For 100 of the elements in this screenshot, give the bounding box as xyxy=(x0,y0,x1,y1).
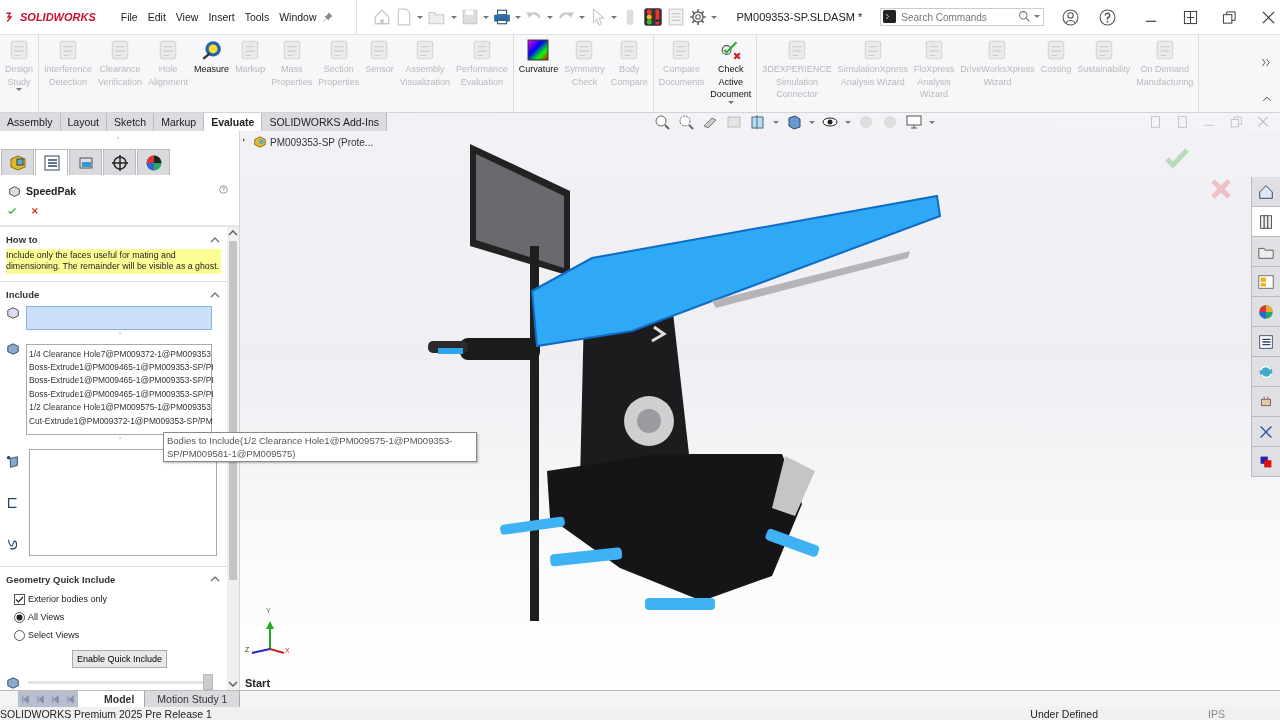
ghost-checkmark-icon[interactable] xyxy=(1165,147,1189,169)
tile-window-icon[interactable] xyxy=(1183,9,1199,25)
search-field[interactable]: Search Commands xyxy=(880,8,1045,26)
monitor-icon[interactable] xyxy=(905,114,924,130)
caret-icon[interactable] xyxy=(450,15,457,19)
close-icon[interactable] xyxy=(1261,9,1277,25)
printer-icon[interactable] xyxy=(492,8,511,26)
caret-icon[interactable] xyxy=(929,120,936,124)
task-pane-tab[interactable] xyxy=(1252,207,1280,237)
task-pane-tab[interactable] xyxy=(1252,177,1280,207)
list-item[interactable]: Boss-Extrude1@PM009465-1@PM009353-SP/PI xyxy=(29,387,214,402)
caret-icon[interactable] xyxy=(1034,15,1041,18)
caret-icon[interactable] xyxy=(710,15,717,19)
option-label: All Views xyxy=(28,612,65,623)
list-item[interactable]: Cut-Extrude1@PM009372-1@PM009353-SP/PM xyxy=(29,414,213,429)
color-sphere-icon xyxy=(1257,302,1275,321)
list-item[interactable]: 1/2 Clearance Hole1@PM009575-1@PM009353 xyxy=(29,401,211,415)
task-pane-tab[interactable] xyxy=(1252,447,1280,477)
menu-item[interactable]: View xyxy=(170,11,204,23)
pin-icon[interactable] xyxy=(321,11,334,23)
user-icon[interactable] xyxy=(1062,8,1080,26)
caret-icon[interactable] xyxy=(514,15,521,19)
help-icon[interactable] xyxy=(1099,8,1117,26)
book-stack-icon xyxy=(1257,212,1275,231)
list-item[interactable]: Boss-Extrude1@PM009465-1@PM009353-SP/PI xyxy=(29,361,214,375)
restore-icon[interactable] xyxy=(1222,9,1238,25)
list-item[interactable]: 1/4 Clearance Hole7@PM009372-1@PM009353 xyxy=(29,347,211,361)
scroll-down-icon[interactable] xyxy=(228,680,238,688)
house-icon xyxy=(1257,182,1275,201)
caret-icon[interactable] xyxy=(578,15,585,19)
gear-icon[interactable] xyxy=(688,8,707,26)
panel-title: SpeedPak xyxy=(26,185,78,197)
menu-item[interactable]: Edit xyxy=(142,11,171,23)
property-list-icon xyxy=(42,153,61,172)
menu-item[interactable]: Insert xyxy=(203,11,240,23)
document-tab[interactable]: Model xyxy=(78,691,146,707)
zoom-to-fit-icon[interactable] xyxy=(653,114,672,130)
menu-item[interactable]: File xyxy=(115,11,143,23)
crosshair-icon xyxy=(110,153,129,172)
hint-message: Include only the faces useful for mating and dimensioning. The remainder will be visible as a ghost. xyxy=(6,248,221,274)
section-title: How to xyxy=(6,234,38,246)
menu-item[interactable]: Window xyxy=(274,11,322,23)
panel-tab[interactable] xyxy=(137,149,170,175)
caret-icon[interactable] xyxy=(727,100,734,104)
caret-icon[interactable] xyxy=(416,15,423,19)
panel-tab[interactable] xyxy=(103,149,136,175)
menu-item[interactable]: Tools xyxy=(239,11,275,23)
hide-show-icon[interactable] xyxy=(821,114,840,130)
collapse-icon[interactable] xyxy=(1262,94,1272,104)
caret-icon[interactable] xyxy=(845,120,852,124)
task-pane-tab[interactable] xyxy=(1252,387,1280,417)
search-icon[interactable] xyxy=(1018,10,1032,23)
command-tab[interactable]: Evaluate xyxy=(204,113,263,131)
terminal-icon xyxy=(883,10,897,23)
radio-button[interactable] xyxy=(14,629,25,641)
gradient-square-icon xyxy=(527,39,550,61)
radio-button[interactable] xyxy=(14,611,25,623)
option-label: Exterior bodies only xyxy=(28,594,108,605)
zoom-area-icon[interactable] xyxy=(677,114,696,130)
body-icon xyxy=(6,341,20,356)
status-text: Under Defined xyxy=(1030,707,1099,720)
enable-quick-include-button[interactable]: Enable Quick Include xyxy=(71,649,168,668)
section-title: Geometry Quick Include xyxy=(6,573,116,585)
caret-icon[interactable] xyxy=(546,15,553,19)
caret-icon[interactable] xyxy=(16,88,22,91)
caret-icon[interactable] xyxy=(773,120,780,124)
app-logo: SOLIDWORKS xyxy=(20,11,96,23)
body-icon xyxy=(6,675,20,690)
tree-item[interactable]: PM009353-SP (Prote... xyxy=(270,136,374,148)
ribbon-command[interactable]: Curvature xyxy=(515,35,562,112)
ribbon-command[interactable]: Check Active Document xyxy=(707,35,755,112)
property-list-icon xyxy=(1257,332,1275,351)
tooltip: Bodies to Include(1/2 Clearance Hole1@PM009575-1@PM009353-SP/PM009581-1@PM009575) xyxy=(163,432,477,462)
task-pane-tab[interactable] xyxy=(1252,417,1280,447)
scroll-up-icon[interactable] xyxy=(228,229,238,237)
section-title: Include xyxy=(6,289,40,301)
chevrons-right-icon[interactable] xyxy=(1261,57,1272,68)
ref-plane-icon xyxy=(6,454,20,469)
task-pane-tab[interactable] xyxy=(1252,327,1280,357)
caret-icon[interactable] xyxy=(482,15,489,19)
traffic-light-icon[interactable] xyxy=(642,7,663,27)
caret-icon[interactable] xyxy=(809,120,816,124)
check-marks-icon xyxy=(719,39,742,61)
tool-icon xyxy=(8,39,30,61)
task-pane-tab[interactable] xyxy=(1252,267,1280,297)
caret-icon[interactable] xyxy=(610,15,617,19)
document-title: PM009353-SP.SLDASM * xyxy=(736,11,863,23)
slider-thumb[interactable] xyxy=(203,674,213,691)
status-text: SOLIDWORKS Premium 2025 Pre Release 1 xyxy=(0,707,212,720)
bracket-icon xyxy=(6,495,20,510)
color-sphere-icon xyxy=(144,153,163,172)
list-item[interactable]: Boss-Extrude1@PM009465-1@PM009353-SP/PI xyxy=(29,374,214,388)
start-label: Start xyxy=(245,677,271,689)
ribbon-command[interactable]: Measure xyxy=(191,35,233,112)
task-pane-tab[interactable] xyxy=(1252,297,1280,327)
selection-field[interactable] xyxy=(26,305,212,330)
option-label: Select Views xyxy=(28,630,80,641)
tool-icon xyxy=(786,39,808,61)
document-tab[interactable]: Motion Study 1 xyxy=(145,691,241,707)
checkbox[interactable] xyxy=(14,593,25,605)
